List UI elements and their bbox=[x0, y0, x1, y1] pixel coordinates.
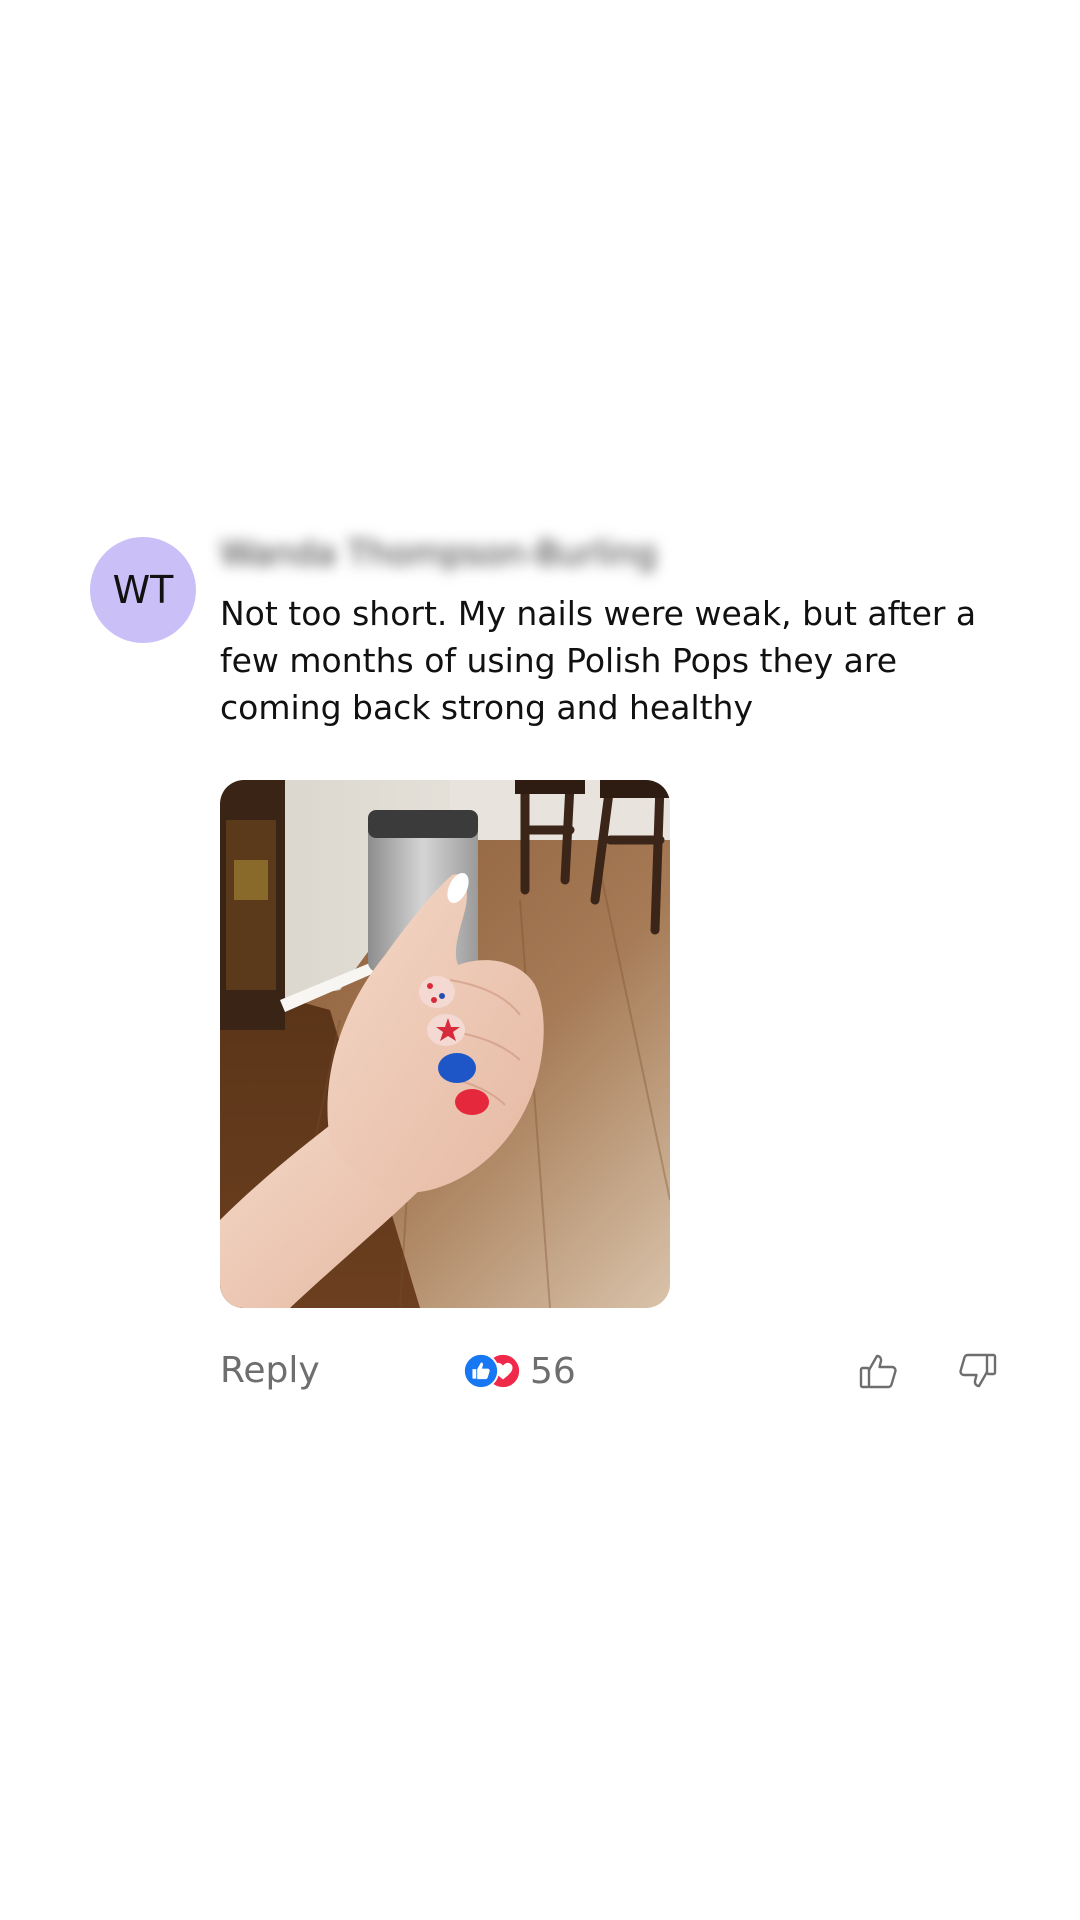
comment-text: Not too short. My nails were weak, but a… bbox=[220, 594, 977, 727]
thumbs-up-icon bbox=[859, 1354, 897, 1389]
like-reaction-icon bbox=[462, 1352, 500, 1390]
thumbs-up-button[interactable] bbox=[856, 1348, 902, 1394]
author-name[interactable]: Wanda Thompson-Burling bbox=[220, 532, 680, 576]
thumbs-down-button[interactable] bbox=[954, 1348, 1000, 1394]
comment-photo[interactable] bbox=[220, 780, 670, 1308]
thumbs-down-icon bbox=[959, 1353, 997, 1388]
reaction-count: 56 bbox=[530, 1350, 576, 1392]
avatar[interactable]: WT bbox=[90, 537, 196, 643]
avatar-initials: WT bbox=[112, 568, 174, 612]
comment-card: WT Wanda Thompson-Burling Not too short.… bbox=[0, 0, 1080, 1920]
reaction-icons bbox=[462, 1350, 522, 1392]
reply-button[interactable]: Reply bbox=[220, 1346, 320, 1396]
reactions-summary[interactable]: 56 bbox=[462, 1346, 576, 1396]
